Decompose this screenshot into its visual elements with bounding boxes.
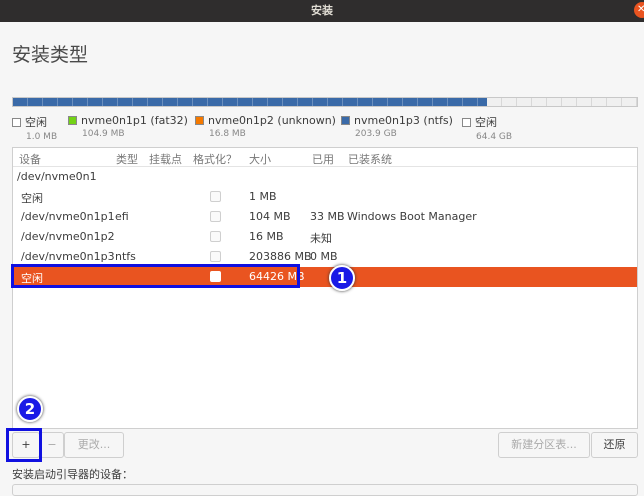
col-size[interactable]: 大小 [249,151,271,167]
legend-label: nvme0n1p3 (ntfs) [354,114,453,127]
legend-swatch [341,116,350,125]
col-used[interactable]: 已用 [312,151,334,167]
col-mount[interactable]: 挂载点 [149,151,182,167]
legend-swatch [68,116,77,125]
partition-table[interactable]: 设备 类型 挂载点 格式化？ 大小 已用 已装系统 /dev/nvme0n1 空… [12,147,638,429]
format-checkbox[interactable] [210,191,221,202]
format-checkbox[interactable] [210,211,221,222]
disk-row[interactable]: /dev/nvme0n1 [13,167,637,187]
legend-p2: nvme0n1p2 (unknown) 16.8 MB [195,114,336,139]
col-os[interactable]: 已装系统 [348,151,392,167]
legend-size: 16.8 MB [209,129,246,139]
table-row[interactable]: /dev/nvme0n1p1 efi 104 MB 33 MB Windows Boot… [13,207,637,227]
format-checkbox[interactable] [210,251,221,262]
title-bar: 安装 [0,0,644,22]
cell-size: 104 MB [249,210,291,223]
cell-size: 1 MB [249,190,277,203]
cell-device: 空闲 [21,192,43,205]
cell-type: efi [115,210,129,223]
disk-name: /dev/nvme0n1 [17,170,97,183]
revert-button[interactable]: 还原 [591,432,638,458]
col-format[interactable]: 格式化？ [193,151,237,167]
legend-swatch [195,116,204,125]
partition-segment-p3 [13,98,488,106]
legend-label: nvme0n1p2 (unknown) [208,114,336,127]
annotation-badge-1: 1 [329,265,355,291]
legend-p3: nvme0n1p3 (ntfs) 203.9 GB [341,114,453,139]
remove-partition-button[interactable]: − [40,432,64,458]
legend-label: 空闲 [25,116,47,129]
cell-device: /dev/nvme0n1p2 [21,230,115,243]
col-device[interactable]: 设备 [19,151,41,167]
close-icon[interactable]: ✕ [634,2,644,18]
table-header: 设备 类型 挂载点 格式化？ 大小 已用 已装系统 [13,148,637,167]
window-title: 安装 [311,4,333,17]
legend-size: 64.4 GB [476,132,513,142]
partition-bar [12,97,638,107]
cell-type: ntfs [115,250,136,263]
cell-used: 未知 [310,232,332,245]
legend-swatch [462,118,471,127]
format-checkbox[interactable] [210,231,221,242]
bootloader-label: 安装启动引导器的设备： [12,468,133,481]
cell-size: 203886 MB [249,250,312,263]
cell-size: 16 MB [249,230,284,243]
col-type[interactable]: 类型 [116,151,138,167]
legend-free-2: 空闲 64.4 GB [462,114,512,142]
new-partition-table-button[interactable]: 新建分区表... [498,432,590,458]
legend-size: 203.9 GB [355,129,397,139]
table-row[interactable]: /dev/nvme0n1p2 16 MB 未知 [13,227,637,247]
legend-size: 104.9 MB [82,129,125,139]
change-partition-button[interactable]: 更改... [64,432,124,458]
cell-os: Windows Boot Manager [347,210,477,223]
legend-size: 1.0 MB [26,132,58,142]
page-title: 安装类型 [12,44,89,66]
cell-used: 0 MB [310,250,338,263]
bootloader-device-select[interactable] [12,484,638,496]
annotation-badge-2: 2 [17,396,43,422]
cell-device: /dev/nvme0n1p3 [21,250,115,263]
legend-swatch [12,118,21,127]
legend-label: 空闲 [475,116,497,129]
cell-device: /dev/nvme0n1p1 [21,210,115,223]
annotation-highlight-add [6,428,42,462]
legend-label: nvme0n1p1 (fat32) [81,114,188,127]
annotation-highlight-row [11,264,300,288]
table-row[interactable]: 空闲 1 MB [13,187,637,207]
partition-segment-free [487,98,637,106]
cell-used: 33 MB [310,210,345,223]
legend-p1: nvme0n1p1 (fat32) 104.9 MB [68,114,188,139]
legend-free-1: 空闲 1.0 MB [12,114,57,142]
